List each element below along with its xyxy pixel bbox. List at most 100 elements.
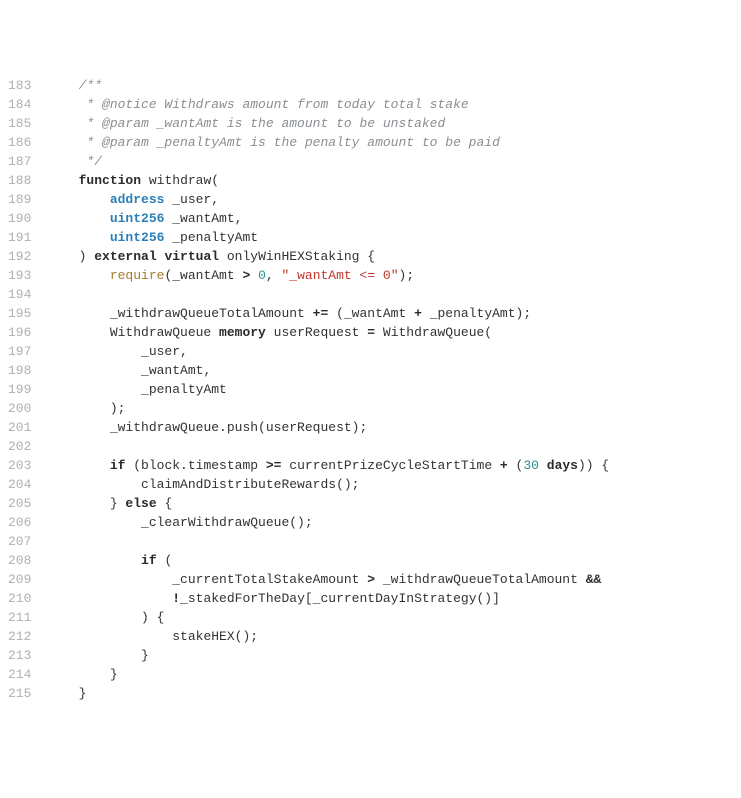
token: if — [141, 553, 157, 568]
code-line[interactable]: _currentTotalStakeAmount > _withdrawQueu… — [47, 570, 741, 589]
token: require — [110, 268, 165, 283]
code-line[interactable]: _user, — [47, 342, 741, 361]
line-number: 204 — [8, 475, 31, 494]
token: _penaltyAmt — [164, 230, 258, 245]
code-line[interactable]: } — [47, 646, 741, 665]
line-number-gutter: 1831841851861871881891901911921931941951… — [0, 76, 41, 703]
line-number: 195 — [8, 304, 31, 323]
code-line[interactable]: /** — [47, 76, 741, 95]
code-content[interactable]: /** * @notice Withdraws amount from toda… — [41, 76, 741, 703]
code-line[interactable]: } else { — [47, 494, 741, 513]
token: 0 — [258, 268, 266, 283]
code-editor: 1831841851861871881891901911921931941951… — [0, 76, 741, 703]
code-line[interactable]: _wantAmt, — [47, 361, 741, 380]
line-number: 196 — [8, 323, 31, 342]
code-line[interactable]: address _user, — [47, 190, 741, 209]
line-number: 191 — [8, 228, 31, 247]
token: * @notice Withdraws amount from today to… — [86, 97, 468, 112]
line-number: 203 — [8, 456, 31, 475]
token: + — [500, 458, 508, 473]
code-line[interactable]: uint256 _penaltyAmt — [47, 228, 741, 247]
code-line[interactable]: if (block.timestamp >= currentPrizeCycle… — [47, 456, 741, 475]
code-line[interactable] — [47, 437, 741, 456]
line-number: 187 — [8, 152, 31, 171]
token: = — [367, 325, 375, 340]
token: address — [110, 192, 165, 207]
token: * @param _penaltyAmt is the penalty amou… — [86, 135, 499, 150]
line-number: 212 — [8, 627, 31, 646]
token: */ — [86, 154, 102, 169]
code-line[interactable]: ); — [47, 399, 741, 418]
line-number: 188 — [8, 171, 31, 190]
line-number: 190 — [8, 209, 31, 228]
code-line[interactable] — [47, 285, 741, 304]
line-number: 198 — [8, 361, 31, 380]
code-line[interactable] — [47, 532, 741, 551]
token: _user, — [141, 344, 188, 359]
code-line[interactable]: * @notice Withdraws amount from today to… — [47, 95, 741, 114]
line-number: 215 — [8, 684, 31, 703]
token: _penaltyAmt — [141, 382, 227, 397]
line-number: 197 — [8, 342, 31, 361]
line-number: 193 — [8, 266, 31, 285]
code-line[interactable]: stakeHEX(); — [47, 627, 741, 646]
code-line[interactable]: } — [47, 684, 741, 703]
line-number: 184 — [8, 95, 31, 114]
token: _clearWithdrawQueue(); — [141, 515, 313, 530]
code-line[interactable]: ) { — [47, 608, 741, 627]
line-number: 186 — [8, 133, 31, 152]
token: /** — [79, 78, 102, 93]
line-number: 189 — [8, 190, 31, 209]
code-line[interactable]: */ — [47, 152, 741, 171]
token: _withdrawQueue.push(userRequest); — [110, 420, 367, 435]
token: withdraw — [149, 173, 211, 188]
line-number: 213 — [8, 646, 31, 665]
token: uint256 — [110, 211, 165, 226]
code-line[interactable]: WithdrawQueue memory userRequest = Withd… — [47, 323, 741, 342]
code-line[interactable]: _penaltyAmt — [47, 380, 741, 399]
token: "_wantAmt <= 0" — [282, 268, 399, 283]
code-line[interactable]: uint256 _wantAmt, — [47, 209, 741, 228]
token: uint256 — [110, 230, 165, 245]
token: + — [414, 306, 422, 321]
token: * @param _wantAmt is the amount to be un… — [86, 116, 445, 131]
line-number: 200 — [8, 399, 31, 418]
code-line[interactable]: require(_wantAmt > 0, "_wantAmt <= 0"); — [47, 266, 741, 285]
line-number: 214 — [8, 665, 31, 684]
code-line[interactable]: _withdrawQueueTotalAmount += (_wantAmt +… — [47, 304, 741, 323]
code-line[interactable]: * @param _wantAmt is the amount to be un… — [47, 114, 741, 133]
token: _wantAmt, — [164, 211, 242, 226]
token: && — [586, 572, 602, 587]
token: memory — [219, 325, 266, 340]
line-number: 206 — [8, 513, 31, 532]
code-line[interactable]: _withdrawQueue.push(userRequest); — [47, 418, 741, 437]
token: virtual — [164, 249, 219, 264]
code-line[interactable]: !_stakedForTheDay[_currentDayInStrategy(… — [47, 589, 741, 608]
line-number: 205 — [8, 494, 31, 513]
line-number: 194 — [8, 285, 31, 304]
token: else — [125, 496, 156, 511]
code-line[interactable]: * @param _penaltyAmt is the penalty amou… — [47, 133, 741, 152]
token: claimAndDistributeRewards(); — [141, 477, 359, 492]
line-number: 183 — [8, 76, 31, 95]
line-number: 208 — [8, 551, 31, 570]
token: external — [94, 249, 156, 264]
line-number: 185 — [8, 114, 31, 133]
code-line[interactable]: } — [47, 665, 741, 684]
token: onlyWinHEXStaking { — [219, 249, 375, 264]
token: days — [547, 458, 578, 473]
line-number: 211 — [8, 608, 31, 627]
code-line[interactable]: ) external virtual onlyWinHEXStaking { — [47, 247, 741, 266]
token: ! — [172, 591, 180, 606]
token: > — [367, 572, 375, 587]
code-line[interactable]: function withdraw( — [47, 171, 741, 190]
token: > — [242, 268, 250, 283]
line-number: 202 — [8, 437, 31, 456]
line-number: 199 — [8, 380, 31, 399]
line-number: 209 — [8, 570, 31, 589]
token: _user, — [164, 192, 219, 207]
code-line[interactable]: _clearWithdrawQueue(); — [47, 513, 741, 532]
token: function — [79, 173, 141, 188]
code-line[interactable]: claimAndDistributeRewards(); — [47, 475, 741, 494]
code-line[interactable]: if ( — [47, 551, 741, 570]
